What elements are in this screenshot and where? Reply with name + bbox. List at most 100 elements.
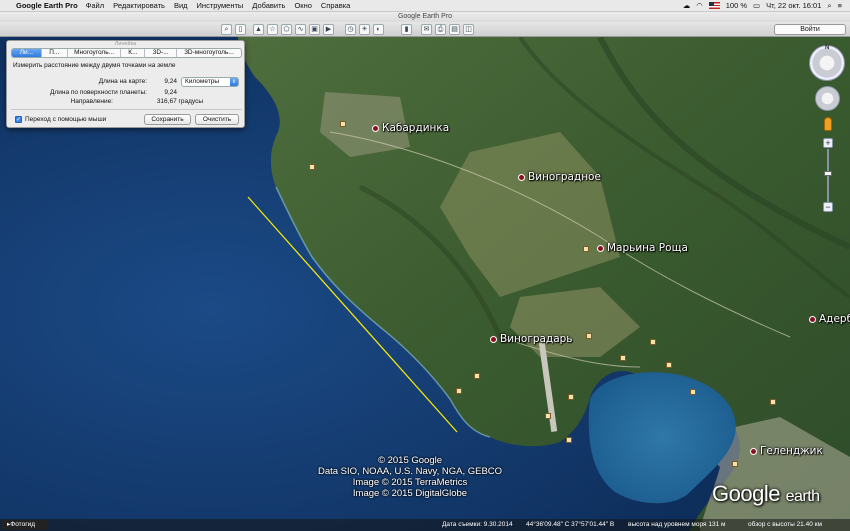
hotel-icon[interactable]: [568, 394, 574, 400]
place-vinogradnoe[interactable]: Виноградное: [518, 171, 601, 183]
place-marker-icon: [750, 447, 757, 455]
save-image-icon[interactable]: ▤: [449, 24, 460, 35]
menu-help[interactable]: Справка: [321, 1, 350, 10]
ruler-tabs: Ли... П... Многоуголь... К... 3D-... 3D-…: [11, 48, 242, 58]
save-button[interactable]: Сохранить: [144, 114, 191, 125]
zoom-slider[interactable]: [827, 149, 829, 205]
mouse-navigation-checkbox[interactable]: ✓: [15, 116, 22, 123]
map-length-value: 9,24: [164, 78, 177, 85]
logo-google: Google: [712, 481, 780, 506]
landmark-icon[interactable]: [732, 461, 738, 467]
menu-add[interactable]: Добавить: [252, 1, 285, 10]
app-menu[interactable]: Google Earth Pro: [16, 1, 78, 10]
sign-in-button[interactable]: Войти: [774, 24, 846, 35]
tab-circle[interactable]: К...: [121, 49, 146, 57]
zoom-slider-thumb[interactable]: [824, 171, 832, 176]
historical-imagery-icon[interactable]: ◷: [345, 24, 356, 35]
photo-tour-button[interactable]: ▸ Фотогид: [2, 520, 48, 530]
record-tour-icon[interactable]: ▶: [323, 24, 334, 35]
place-marker-icon: [518, 173, 525, 181]
menu-bar: Google Earth Pro Файл Редактировать Вид …: [0, 0, 850, 12]
airport-icon[interactable]: [545, 413, 551, 419]
sunlight-icon[interactable]: ☀: [359, 24, 370, 35]
zoom-out-button[interactable]: −: [823, 202, 833, 212]
email-icon[interactable]: ✉: [421, 24, 432, 35]
path-icon[interactable]: ∿: [295, 24, 306, 35]
hotel-icon[interactable]: [770, 399, 776, 405]
tab-polygon[interactable]: Многоуголь...: [68, 49, 122, 57]
menubar-clock[interactable]: Чт, 22 окт. 16:01: [766, 1, 821, 10]
place-marker-icon: [809, 315, 816, 323]
eye-altitude: обзор с высоты 21.40 км: [748, 521, 822, 528]
spotlight-search-icon[interactable]: ⌕: [827, 1, 831, 11]
status-bar: ▸ Фотогид Дата съемки: 9.30.2014 44°36'0…: [0, 519, 850, 531]
view-in-maps-icon[interactable]: ◫: [463, 24, 474, 35]
credit-line: Image © 2015 DigitalGlobe: [352, 488, 468, 499]
placemark-icon[interactable]: ▲: [253, 24, 264, 35]
hotel-icon[interactable]: [456, 388, 462, 394]
north-indicator[interactable]: N: [825, 45, 829, 51]
polygon-icon[interactable]: ⬠: [281, 24, 292, 35]
battery-percent[interactable]: 100 %: [726, 1, 747, 10]
search-icon[interactable]: ⌕: [221, 24, 232, 35]
ruler-title: Линейка: [114, 41, 137, 47]
airport-icon[interactable]: [586, 333, 592, 339]
mouse-navigation-label[interactable]: Переход с помощью мыши: [25, 116, 106, 123]
map-length-label: Длина на карте:: [98, 78, 147, 85]
zoom-in-button[interactable]: +: [823, 138, 833, 148]
status-wifi-icon[interactable]: ◠: [696, 1, 703, 10]
add-placemark-icon[interactable]: ☆: [267, 24, 278, 35]
ruler-dialog: Линейка Ли... П... Многоуголь... К... 3D…: [6, 40, 245, 128]
imagery-date: Дата съемки: 9.30.2014: [442, 521, 513, 528]
battery-icon[interactable]: ▭: [753, 1, 760, 10]
menu-file[interactable]: Файл: [86, 1, 104, 10]
clear-button[interactable]: Очистить: [195, 114, 239, 125]
ground-length-label: Длина по поверхности планеты:: [50, 89, 147, 96]
hotel-icon[interactable]: [690, 389, 696, 395]
hotel-icon[interactable]: [566, 437, 572, 443]
hotel-icon[interactable]: [650, 339, 656, 345]
status-cloud-icon[interactable]: ☁: [683, 1, 691, 10]
heading-label: Направление:: [70, 98, 113, 105]
place-aderbiyevka[interactable]: Адерб: [809, 313, 850, 325]
menu-edit[interactable]: Редактировать: [113, 1, 165, 10]
look-joystick[interactable]: N: [809, 45, 845, 81]
place-label: Виноградарь: [500, 333, 573, 345]
window-title: Google Earth Pro: [0, 12, 850, 22]
print-icon[interactable]: ⎙: [435, 24, 446, 35]
place-vinogradar[interactable]: Виноградарь: [490, 333, 572, 345]
ruler-icon[interactable]: ▮: [401, 24, 412, 35]
park-icon[interactable]: [620, 355, 626, 361]
hotel-icon[interactable]: [474, 373, 480, 379]
pointer-elevation: высота над уровнем моря 131 м: [628, 521, 726, 528]
hotel-icon[interactable]: [340, 121, 346, 127]
place-marker-icon: [597, 244, 604, 252]
place-gelendzhik[interactable]: Геленджик: [750, 445, 823, 457]
street-view-pegman-icon[interactable]: [824, 117, 832, 131]
menu-tools[interactable]: Инструменты: [197, 1, 244, 10]
credit-line: Data SIO, NOAA, U.S. Navy, NGA, GEBCO: [317, 466, 503, 477]
place-marina-roscha[interactable]: Марьина Роща: [597, 242, 688, 254]
tab-path[interactable]: П...: [42, 49, 68, 57]
place-label: Адерб: [819, 313, 850, 325]
place-kabardinka[interactable]: Кабардинка: [372, 122, 449, 134]
tab-3d-path[interactable]: 3D-...: [145, 49, 178, 57]
sidebar-toggle-icon[interactable]: ▯: [235, 24, 246, 35]
heading-value: 316,67 градусы: [156, 98, 203, 105]
input-source-flag-icon[interactable]: [708, 2, 720, 9]
credit-line: © 2015 Google: [377, 455, 443, 466]
unit-select[interactable]: Километры ⇕: [181, 77, 239, 87]
hotel-icon[interactable]: [309, 164, 315, 170]
tab-line[interactable]: Ли...: [12, 49, 42, 57]
tab-3d-polygon[interactable]: 3D-многоуголь...: [177, 49, 241, 57]
notification-center-icon[interactable]: ≡: [838, 1, 842, 10]
park-icon[interactable]: [666, 362, 672, 368]
menu-view[interactable]: Вид: [174, 1, 188, 10]
menu-window[interactable]: Окно: [294, 1, 311, 10]
image-overlay-icon[interactable]: ▣: [309, 24, 320, 35]
ground-length-value: 9,24: [164, 89, 177, 96]
planets-icon[interactable]: ◐: [373, 24, 384, 35]
hotel-icon[interactable]: [583, 246, 589, 252]
move-joystick[interactable]: [815, 86, 840, 111]
toolbar: ⌕ ▯ ▲ ☆ ⬠ ∿ ▣ ▶ ◷ ☀ ◐ ▮ ✉ ⎙ ▤ ◫ Войти: [0, 22, 850, 37]
